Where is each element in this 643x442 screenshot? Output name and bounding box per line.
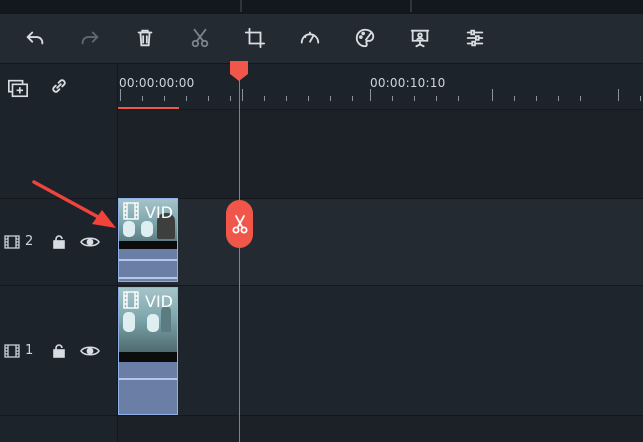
clip-label: VID [145,203,173,222]
speed-button[interactable] [296,24,324,52]
split-button[interactable] [226,200,253,248]
video-track-1[interactable] [118,286,643,416]
undo-button[interactable] [21,24,49,52]
green-screen-button[interactable] [406,24,434,52]
adjust-icon [466,29,484,47]
crop-icon [244,27,266,49]
crop-button[interactable] [241,24,269,52]
adjust-button[interactable] [461,24,489,52]
film-icon [4,344,20,358]
unlock-icon[interactable] [52,235,66,249]
color-icon [355,28,375,48]
delete-icon [137,29,153,47]
annotation-arrow [32,180,116,228]
empty-track-area[interactable] [118,110,643,198]
video-track-2[interactable] [118,198,643,286]
eye-icon[interactable] [80,235,100,249]
redo-button[interactable] [76,24,104,52]
add-track-icon [8,79,28,98]
link-icon [52,79,66,93]
timeline-ruler[interactable]: 00:00:00:00 00:00:10:10 [118,64,643,110]
delete-button[interactable] [131,24,159,52]
playhead-line[interactable] [239,78,240,442]
undo-icon [26,31,44,45]
unlock-icon[interactable] [52,344,66,358]
ruler-progress [118,107,179,109]
film-icon [4,235,20,249]
cut-icon [191,28,209,48]
cut-button[interactable] [186,24,214,52]
film-icon [123,291,139,309]
add-track-button[interactable] [4,74,32,102]
link-button[interactable] [45,72,73,100]
top-strip [0,0,643,14]
video-clip-track-2[interactable]: VID [118,198,178,282]
timeline-bottom-area [118,416,643,442]
scissors-icon [232,215,247,234]
redo-icon [81,31,99,45]
color-button[interactable] [351,24,379,52]
track-number: 2 [25,234,34,249]
track-number: 1 [25,343,34,358]
playhead-handle[interactable] [229,60,249,82]
timecode-start: 00:00:00:00 [119,76,195,90]
video-clip-track-1[interactable]: VID [118,287,178,415]
speed-icon [300,31,320,44]
edit-toolbar [0,14,643,64]
clip-label: VID [145,292,173,311]
green-screen-icon [410,29,430,48]
eye-icon[interactable] [80,344,100,358]
track-header-1: 1 [0,286,118,416]
timecode-mid: 00:00:10:10 [370,76,446,90]
